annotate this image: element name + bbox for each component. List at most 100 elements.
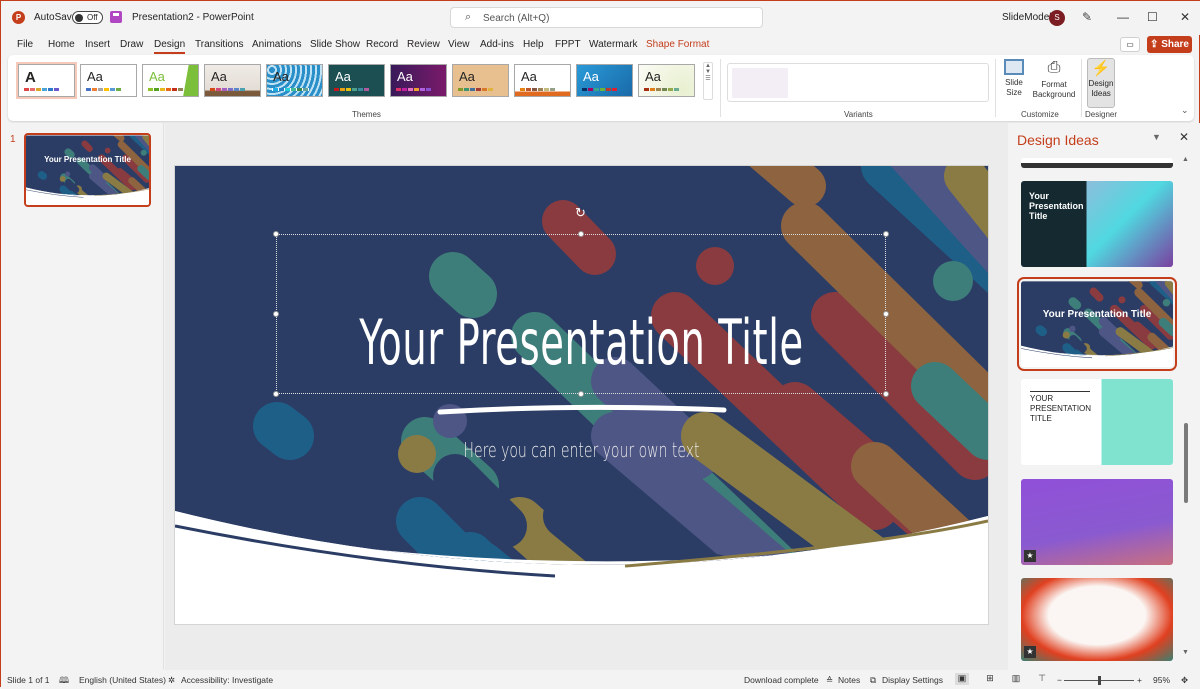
theme-slice[interactable]: Aa <box>576 64 633 97</box>
design-idea-rainbow-circle[interactable]: ★ <box>1021 578 1173 661</box>
tab-file[interactable]: File <box>17 39 33 50</box>
comments-button[interactable]: ▭ <box>1120 37 1140 52</box>
share-icon: ⇪ <box>1150 39 1162 50</box>
divider <box>1081 59 1082 117</box>
tab-insert[interactable]: Insert <box>85 39 110 50</box>
autosave-state: Off <box>87 13 98 22</box>
design-idea-teal[interactable]: YOUR PRESENTATION TITLE <box>1021 379 1173 465</box>
notes-button[interactable]: Notes <box>838 675 860 685</box>
themes-gallery-scroll[interactable]: ▲ ▼ ☰ <box>703 62 713 100</box>
theme-ion-boardroom[interactable]: Aa <box>328 64 385 97</box>
resize-handle[interactable] <box>273 231 279 237</box>
zoom-level[interactable]: 95% <box>1153 675 1170 685</box>
minimize-button[interactable]: — <box>1117 10 1129 24</box>
normal-view-icon[interactable]: ▣ <box>955 673 969 685</box>
slide-canvas[interactable]: Your Presentation Title Here you can ent… <box>175 166 988 624</box>
fit-to-window-icon[interactable]: ✥ <box>1181 675 1188 686</box>
variants-gallery[interactable] <box>727 63 989 102</box>
title-selection-box[interactable] <box>276 234 886 394</box>
theme-glyph: Aa <box>273 69 289 84</box>
tab-design[interactable]: Design <box>154 39 186 54</box>
tab-home[interactable]: Home <box>48 39 75 50</box>
resize-handle[interactable] <box>578 391 584 397</box>
pane-options-icon[interactable]: ▼ <box>1152 132 1161 142</box>
reading-view-icon[interactable]: ▥ <box>1009 673 1023 685</box>
slide-sorter-icon[interactable]: ⊞ <box>983 673 997 685</box>
theme-crop[interactable]: Aa <box>266 64 323 97</box>
variant-placeholder[interactable] <box>732 68 788 98</box>
theme-organic[interactable]: Aa <box>452 64 509 97</box>
scrollbar-thumb[interactable] <box>1184 423 1188 503</box>
tab-animations[interactable]: Animations <box>252 39 301 50</box>
theme-office[interactable]: Aa <box>80 64 137 97</box>
slide-thumbnail[interactable]: Your Presentation Title <box>24 133 151 207</box>
avatar[interactable]: S <box>1049 10 1065 26</box>
tab-transitions[interactable]: Transitions <box>195 39 244 50</box>
scroll-up-icon[interactable]: ▲ <box>1182 156 1189 163</box>
display-settings-button[interactable]: Display Settings <box>882 675 943 685</box>
tab-add-ins[interactable]: Add-ins <box>480 39 514 50</box>
close-pane-icon[interactable]: ✕ <box>1179 130 1189 144</box>
close-button[interactable]: ✕ <box>1180 10 1190 24</box>
slide-size-icon <box>1004 59 1024 75</box>
design-idea-current[interactable]: Your Presentation Title <box>1017 277 1177 371</box>
design-ideas-label: Design Ideas <box>1088 79 1114 98</box>
tab-help[interactable]: Help <box>523 39 544 50</box>
search-input[interactable]: ⌕ Search (Alt+Q) <box>450 7 763 28</box>
slide-subtitle[interactable]: Here you can enter your own text <box>297 438 866 462</box>
slide-count: Slide 1 of 1 <box>7 675 50 685</box>
rotate-handle-icon[interactable]: ↻ <box>575 205 586 221</box>
theme-retrospect[interactable]: Aa <box>514 64 571 97</box>
more-icon[interactable]: ☰ <box>704 75 712 82</box>
variants-group-label: Variants <box>844 110 873 119</box>
divider <box>995 59 996 117</box>
autosave-toggle[interactable]: Off <box>72 11 103 24</box>
theme-current[interactable]: A <box>18 64 75 97</box>
tab-draw[interactable]: Draw <box>120 39 143 50</box>
tab-record[interactable]: Record <box>366 39 398 50</box>
thumbnail-artwork <box>26 135 149 205</box>
zoom-slider-thumb[interactable] <box>1098 676 1101 685</box>
ribbon: A Aa Aa Aa Aa Aa Aa Aa Aa Aa Aa ▲ ▼ ☰ Th… <box>8 55 1194 121</box>
idea-title: Your Presentation Title <box>1029 191 1084 221</box>
pen-icon[interactable]: ✎ <box>1082 10 1092 24</box>
slide-size-button[interactable]: Slide Size <box>1003 59 1025 98</box>
tab-shape-format[interactable]: Shape Format <box>646 39 709 50</box>
tab-fppt[interactable]: FPPT <box>555 39 581 50</box>
save-icon[interactable] <box>110 11 122 23</box>
theme-facet[interactable]: Aa <box>142 64 199 97</box>
tab-watermark[interactable]: Watermark <box>589 39 638 50</box>
customize-group-label: Customize <box>1021 110 1059 119</box>
design-ideas-scrollbar[interactable]: ▲ ▼ <box>1182 156 1190 661</box>
design-ideas-button[interactable]: ⚡ Design Ideas <box>1087 58 1115 108</box>
design-idea-purple[interactable]: ★ <box>1021 479 1173 565</box>
format-background-icon: ⎙ <box>1047 59 1061 76</box>
resize-handle[interactable] <box>883 231 889 237</box>
slide-number: 1 <box>10 134 16 145</box>
resize-handle[interactable] <box>273 391 279 397</box>
display-settings-icon: ⧉ <box>870 675 877 685</box>
design-idea-watercolor[interactable]: Your Presentation Title <box>1021 181 1173 267</box>
resize-handle[interactable] <box>273 311 279 317</box>
resize-handle[interactable] <box>883 391 889 397</box>
maximize-button[interactable]: ☐ <box>1147 10 1158 24</box>
language-status[interactable]: English (United States) <box>79 675 166 685</box>
format-background-button[interactable]: ⎙ Format Background <box>1031 59 1077 100</box>
tab-slide-show[interactable]: Slide Show <box>310 39 360 50</box>
share-button[interactable]: ⇪ Share <box>1147 36 1192 53</box>
theme-wood-type[interactable]: Aa <box>204 64 261 97</box>
collapse-ribbon-icon[interactable]: ⌄ <box>1181 105 1189 116</box>
design-idea-dark-strip[interactable] <box>1021 158 1173 168</box>
resize-handle[interactable] <box>578 231 584 237</box>
accessibility-status[interactable]: Accessibility: Investigate <box>181 675 273 685</box>
toggle-knob <box>75 14 83 22</box>
tab-view[interactable]: View <box>448 39 470 50</box>
scroll-down-icon[interactable]: ▼ <box>1182 649 1189 656</box>
zoom-in-button[interactable]: + <box>1137 675 1142 685</box>
theme-wisp[interactable]: Aa <box>638 64 695 97</box>
zoom-out-button[interactable]: − <box>1057 675 1062 685</box>
slide-show-icon[interactable]: ⊤ <box>1035 673 1049 685</box>
tab-review[interactable]: Review <box>407 39 440 50</box>
resize-handle[interactable] <box>883 311 889 317</box>
theme-ion[interactable]: Aa <box>390 64 447 97</box>
